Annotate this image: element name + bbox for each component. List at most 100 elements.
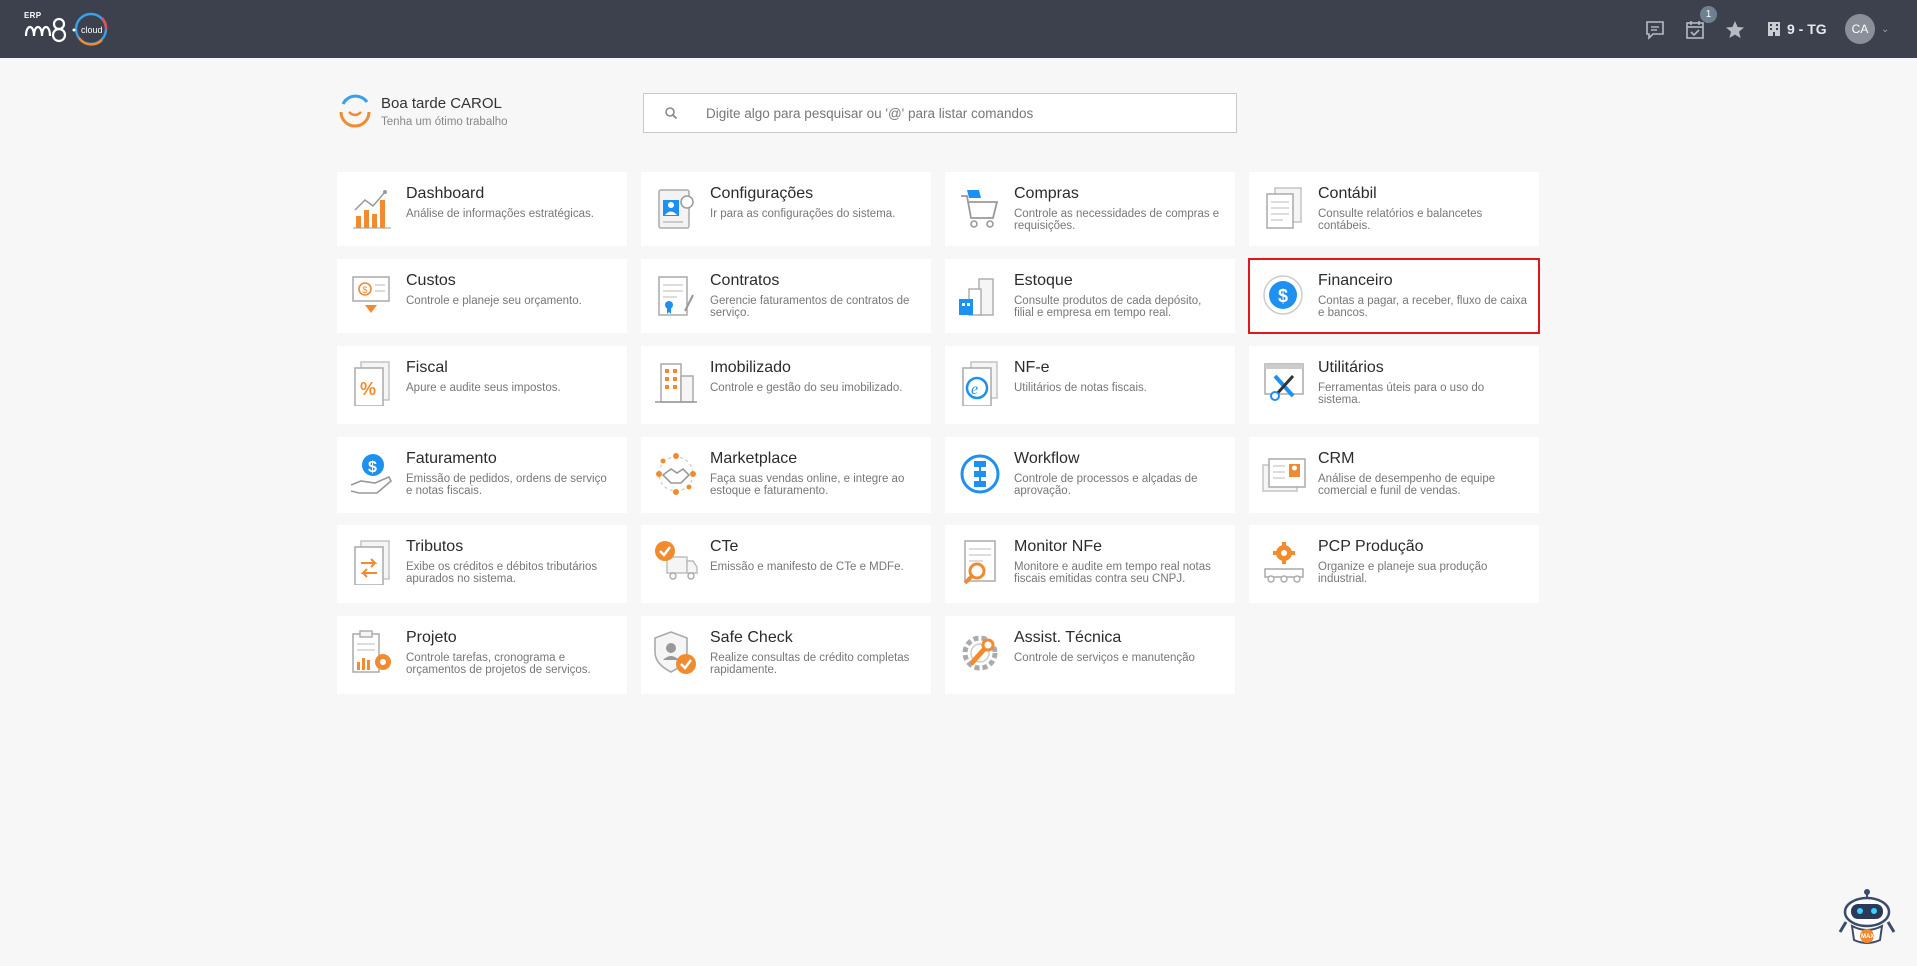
module-description: Monitore e audite em tempo real notas fi… [1014, 561, 1211, 585]
module-card-compras[interactable]: Compras Controle as necessidades de comp… [945, 172, 1235, 246]
greeting-logo-icon [339, 94, 371, 128]
dollar-icon: $ [1263, 275, 1303, 315]
module-card-pcp-producao[interactable]: PCP Produção Organize e planeje sua prod… [1249, 525, 1539, 603]
module-title: Utilitários [1318, 359, 1384, 376]
user-avatar[interactable]: CA [1845, 14, 1875, 44]
notification-badge: 1 [1700, 6, 1717, 23]
module-card-fiscal[interactable]: % Fiscal Apure e audite seus impostos. [337, 346, 627, 424]
company-label: 9 - TG [1787, 21, 1827, 37]
e-document-icon: e [962, 361, 998, 406]
search-input[interactable] [706, 101, 1216, 125]
chat-icon[interactable] [1644, 19, 1666, 41]
robot-assistant-icon: MAX [1838, 889, 1896, 944]
svg-text:$: $ [368, 459, 377, 476]
module-card-custos[interactable]: $ Custos Controle e planeje seu orçament… [337, 259, 627, 333]
module-title: Safe Check [710, 629, 793, 646]
truck-check-icon [655, 541, 698, 580]
module-card-contabil[interactable]: Contábil Consulte relatórios e balancete… [1249, 172, 1539, 246]
module-description: Controle tarefas, cronograma e orçamento… [406, 652, 591, 676]
command-search[interactable] [643, 93, 1237, 133]
module-description: Ir para as configurações do sistema. [710, 208, 896, 220]
module-title: Contábil [1318, 185, 1377, 202]
cost-icon: $ [352, 276, 390, 313]
company-selector[interactable]: 9 - TG [1767, 19, 1827, 39]
hand-dollar-icon: $ [350, 454, 392, 494]
module-title: PCP Produção [1318, 538, 1424, 555]
module-card-estoque[interactable]: Estoque Consulte produtos de cada depósi… [945, 259, 1235, 333]
module-card-cte[interactable]: CTe Emissão e manifesto de CTe e MDFe. [641, 525, 931, 603]
module-title: Monitor NFe [1014, 538, 1103, 555]
module-card-crm[interactable]: CRM Análise de desempenho de equipe come… [1249, 437, 1539, 513]
contract-icon [658, 276, 694, 316]
module-title: CTe [710, 538, 739, 555]
module-card-safe-check[interactable]: Safe Check Realize consultas de crédito … [641, 616, 931, 694]
shield-check-icon [654, 631, 696, 674]
module-title: Projeto [406, 629, 457, 646]
module-card-configuracoes[interactable]: Configurações Ir para as configurações d… [641, 172, 931, 246]
module-card-utilitarios[interactable]: Utilitários Ferramentas úteis para o uso… [1249, 346, 1539, 424]
module-title: Compras [1014, 185, 1079, 202]
module-card-tributos[interactable]: Tributos Exibe os créditos e débitos tri… [337, 525, 627, 603]
module-description: Exibe os créditos e débitos tributários … [406, 561, 598, 585]
module-title: Faturamento [406, 450, 497, 467]
module-card-contratos[interactable]: Contratos Gerencie faturamentos de contr… [641, 259, 931, 333]
svg-text:$: $ [1278, 286, 1288, 306]
module-card-nfe[interactable]: e NF-e Utilitários de notas fiscais. [945, 346, 1235, 424]
favorites-star-icon[interactable] [1724, 19, 1746, 41]
module-title: Dashboard [406, 185, 485, 202]
shopping-cart-icon [961, 190, 999, 228]
logo-erp-text: ERP [24, 11, 42, 20]
greeting-subtitle: Tenha um ótimo trabalho [381, 116, 508, 128]
module-title: Marketplace [710, 450, 798, 467]
module-card-workflow[interactable]: Workflow Controle de processos e alçadas… [945, 437, 1235, 513]
module-description: Apure e audite seus impostos. [406, 382, 561, 394]
module-description: Gerencie faturamentos de contratos de se… [710, 295, 910, 319]
module-card-assist-tecnica[interactable]: Assist. Técnica Controle de serviços e m… [945, 616, 1235, 694]
calendar-tasks-icon[interactable] [1684, 19, 1706, 41]
exchange-document-icon [354, 540, 390, 585]
module-description: Utilitários de notas fiscais. [1014, 382, 1147, 394]
logo-cloud-text: cloud [81, 25, 103, 35]
assistant-label: MAX [1861, 934, 1874, 940]
module-description: Consulte relatórios e balancetes contábe… [1318, 208, 1483, 232]
module-title: Contratos [710, 272, 780, 289]
top-bar: cloud ERP 1 9 - TG CA ⌄ [0, 0, 1917, 58]
module-card-dashboard[interactable]: Dashboard Análise de informações estraté… [337, 172, 627, 246]
module-title: Assist. Técnica [1014, 629, 1122, 646]
svg-text:$: $ [363, 285, 368, 295]
module-card-projeto[interactable]: Projeto Controle tarefas, cronograma e o… [337, 616, 627, 694]
module-title: Custos [406, 272, 456, 289]
production-gear-icon [1264, 542, 1304, 583]
max-assistant-button[interactable]: MAX [1838, 888, 1896, 948]
module-description: Controle e planeje seu orçamento. [406, 295, 582, 307]
module-description: Controle as necessidades de compras e re… [1014, 208, 1220, 232]
module-title: Configurações [710, 185, 814, 202]
greeting: Boa tarde CAROL Tenha um ótimo trabalho [337, 92, 577, 134]
module-title: Financeiro [1318, 272, 1393, 289]
search-icon [665, 107, 678, 120]
module-title: NF-e [1014, 359, 1050, 376]
erp-logo[interactable]: cloud ERP [22, 10, 114, 50]
module-card-monitor-nfe[interactable]: Monitor NFe Monitore e audite em tempo r… [945, 525, 1235, 603]
bar-chart-icon [353, 190, 391, 229]
module-card-faturamento[interactable]: $ Faturamento Emissão de pedidos, ordens… [337, 437, 627, 513]
warehouse-icon [959, 278, 994, 316]
building-icon [1768, 22, 1780, 36]
greeting-title: Boa tarde CAROL [381, 95, 502, 112]
module-card-financeiro[interactable]: $ Financeiro Contas a pagar, a receber, … [1248, 258, 1540, 334]
module-card-marketplace[interactable]: Marketplace Faça suas vendas online, e i… [641, 437, 931, 513]
module-card-imobilizado[interactable]: Imobilizado Controle e gestão do seu imo… [641, 346, 931, 424]
crm-card-icon [1262, 458, 1306, 492]
document-search-icon [963, 540, 996, 585]
module-description: Contas a pagar, a receber, fluxo de caix… [1318, 295, 1528, 319]
module-description: Consulte produtos de cada depósito, fili… [1014, 295, 1202, 319]
building-icon [655, 363, 697, 403]
chevron-down-icon[interactable]: ⌄ [1881, 24, 1889, 35]
svg-text:%: % [360, 379, 376, 399]
module-title: Imobilizado [710, 359, 791, 376]
clipboard-gear-icon [352, 630, 391, 673]
module-title: Workflow [1014, 450, 1080, 467]
module-title: Tributos [406, 538, 464, 555]
module-description: Emissão de pedidos, ordens de serviço e … [406, 473, 607, 497]
tools-icon [1264, 363, 1304, 401]
